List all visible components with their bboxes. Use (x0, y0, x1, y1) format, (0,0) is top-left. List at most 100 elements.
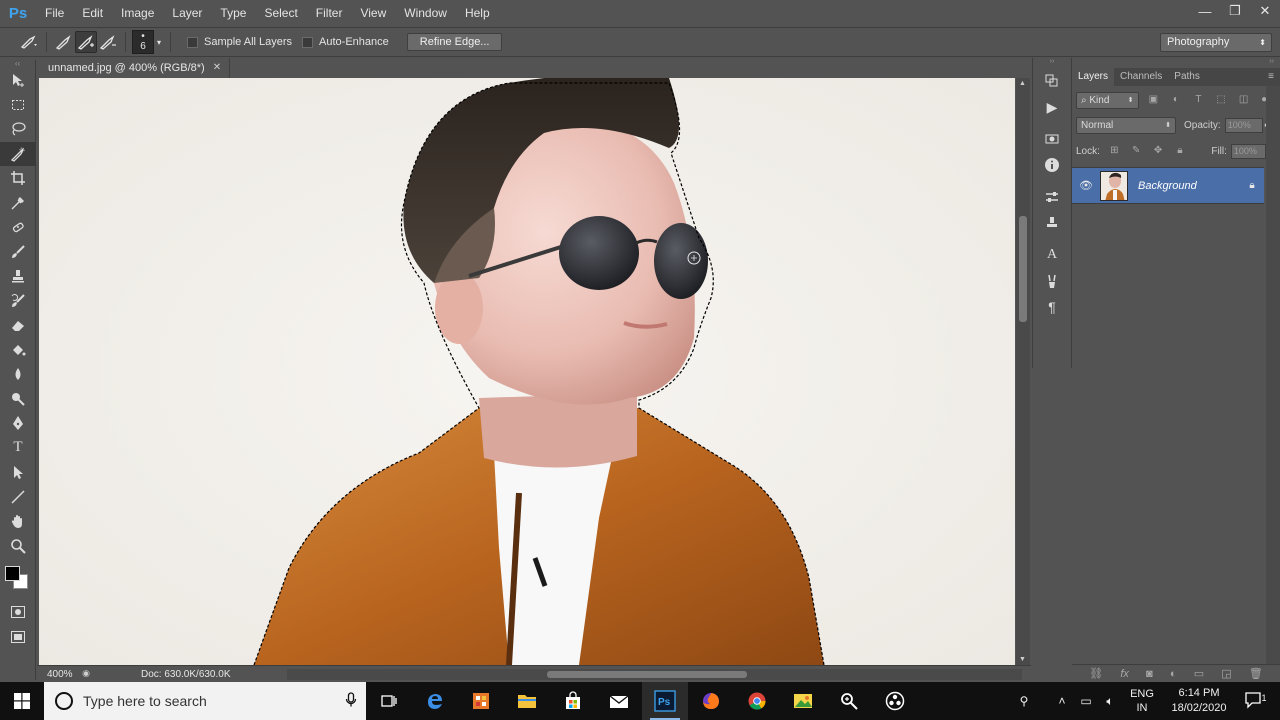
line-tool-icon[interactable] (0, 485, 36, 510)
file-explorer-icon[interactable] (504, 682, 550, 720)
add-mask-icon[interactable]: ◙ (1146, 668, 1153, 680)
checkbox-box[interactable] (302, 36, 314, 48)
menu-file[interactable]: File (36, 0, 73, 26)
menu-select[interactable]: Select (255, 0, 306, 26)
chrome-icon[interactable] (734, 682, 780, 720)
magnifier-icon[interactable] (826, 682, 872, 720)
collapse-icon[interactable]: ›› (1269, 58, 1274, 65)
store-icon[interactable] (550, 682, 596, 720)
obs-icon[interactable] (872, 682, 918, 720)
tab-layers[interactable]: Layers (1072, 68, 1115, 86)
panel-grip[interactable]: ‹‹ (0, 60, 35, 68)
hand-tool-icon[interactable] (0, 509, 36, 534)
smart-object-filter-icon[interactable]: ◫ (1236, 92, 1252, 108)
zoom-level[interactable]: 400% (37, 669, 79, 680)
subtract-from-selection-icon[interactable] (97, 31, 119, 53)
adjustments-panel-icon[interactable] (1033, 126, 1071, 152)
restore-button[interactable]: ❐ (1220, 0, 1250, 22)
link-layers-icon[interactable]: ⛓ (1089, 667, 1103, 680)
blend-mode-select[interactable]: Normal ⬍ (1076, 116, 1176, 134)
photoshop-taskbar-icon[interactable]: Ps (642, 682, 688, 720)
history-panel-icon[interactable] (1033, 68, 1071, 94)
task-view-icon[interactable] (366, 682, 412, 720)
horizontal-scrollbar[interactable] (287, 669, 1022, 680)
chevron-down-icon[interactable]: ▾ (154, 31, 164, 53)
close-button[interactable]: ✕ (1250, 0, 1280, 22)
new-selection-icon[interactable] (53, 31, 75, 53)
properties-panel-icon[interactable] (1033, 184, 1071, 210)
action-center-icon[interactable]: 1 (1236, 691, 1280, 712)
eyedropper-tool-icon[interactable] (0, 191, 36, 216)
volume-icon[interactable]: 🔈︎ (1098, 694, 1122, 709)
color-swatches[interactable] (0, 564, 36, 600)
layer-lock-icon[interactable]: 🔒︎ (1240, 180, 1264, 191)
actions-panel-icon[interactable]: ▶ (1033, 94, 1071, 120)
info-panel-icon[interactable] (1033, 152, 1071, 178)
history-brush-tool-icon[interactable] (0, 289, 36, 314)
brush-presets-panel-icon[interactable] (1033, 268, 1071, 294)
battery-icon[interactable]: ▭ (1074, 694, 1098, 708)
status-info-icon[interactable]: ◉ (79, 668, 93, 680)
delete-layer-icon[interactable]: 🗑︎ (1249, 667, 1263, 680)
new-group-icon[interactable]: ▭ (1194, 667, 1204, 680)
filter-kind-select[interactable]: ⌕ Kind ⬍ (1076, 91, 1139, 109)
opacity-input[interactable]: 100% (1224, 117, 1263, 133)
lock-position-icon[interactable]: ✥ (1151, 143, 1166, 159)
image-viewer-icon[interactable] (780, 682, 826, 720)
type-tool-icon[interactable]: T (0, 436, 36, 461)
edge-browser-icon[interactable] (412, 682, 458, 720)
blur-tool-icon[interactable] (0, 362, 36, 387)
eraser-tool-icon[interactable] (0, 313, 36, 338)
type-filter-icon[interactable]: T (1191, 92, 1207, 108)
tool-preset-icon[interactable] (18, 31, 40, 53)
menu-help[interactable]: Help (456, 0, 499, 26)
layer-row-background[interactable]: 👁︎ Background 🔒︎ (1072, 167, 1264, 204)
adjustment-filter-icon[interactable]: ◐ (1168, 92, 1184, 108)
menu-edit[interactable]: Edit (73, 0, 112, 26)
media-app-icon[interactable] (458, 682, 504, 720)
screen-mode-icon[interactable] (0, 625, 36, 650)
firefox-icon[interactable] (688, 682, 734, 720)
layer-name[interactable]: Background (1138, 180, 1240, 192)
menu-image[interactable]: Image (112, 0, 163, 26)
quick-selection-tool-icon[interactable] (0, 141, 36, 166)
sample-all-layers-checkbox[interactable]: Sample All Layers (187, 36, 292, 48)
minimize-button[interactable]: — (1190, 0, 1220, 22)
marquee-tool-icon[interactable] (0, 93, 36, 118)
brush-size-picker[interactable]: • 6 (132, 30, 154, 54)
vertical-scrollbar[interactable]: ▲ ▼ (1016, 78, 1030, 665)
tab-channels[interactable]: Channels (1114, 68, 1168, 86)
tab-paths[interactable]: Paths (1168, 68, 1206, 86)
paint-bucket-tool-icon[interactable] (0, 338, 36, 363)
path-selection-tool-icon[interactable] (0, 460, 36, 485)
healing-brush-tool-icon[interactable] (0, 215, 36, 240)
dodge-tool-icon[interactable] (0, 387, 36, 412)
lock-all-icon[interactable]: 🔒︎ (1172, 143, 1187, 159)
document-tab[interactable]: unnamed.jpg @ 400% (RGB/8*) ✕ (40, 58, 231, 78)
brush-tool-icon[interactable] (0, 240, 36, 265)
refine-edge-button[interactable]: Refine Edge... (406, 33, 503, 51)
shape-filter-icon[interactable]: ⬚ (1213, 92, 1229, 108)
layer-style-icon[interactable]: fx (1120, 668, 1129, 680)
clone-stamp-tool-icon[interactable] (0, 264, 36, 289)
lock-transparent-icon[interactable]: ⊞ (1107, 143, 1122, 159)
scroll-thumb[interactable] (1019, 216, 1027, 322)
panel-scrollbar[interactable] (1266, 86, 1280, 664)
menu-filter[interactable]: Filter (307, 0, 352, 26)
checkbox-box[interactable] (187, 36, 198, 48)
foreground-color-swatch[interactable] (5, 566, 20, 581)
workspace-select[interactable]: Photography ⬍ (1160, 33, 1272, 52)
move-tool-icon[interactable] (0, 68, 36, 93)
scroll-up-icon[interactable]: ▲ (1019, 80, 1026, 87)
image-canvas[interactable] (39, 78, 1015, 665)
doc-size-info[interactable]: Doc: 630.0K/630.0K (141, 669, 241, 680)
add-to-selection-icon[interactable] (75, 31, 97, 53)
pixel-filter-icon[interactable]: ▣ (1146, 92, 1162, 108)
panel-grip[interactable]: ›› (1033, 58, 1071, 68)
close-tab-icon[interactable]: ✕ (213, 58, 221, 78)
lasso-tool-icon[interactable] (0, 117, 36, 142)
people-icon[interactable]: ⚲ (1012, 694, 1036, 708)
quick-mask-icon[interactable] (0, 600, 36, 625)
clone-source-panel-icon[interactable] (1033, 210, 1071, 236)
taskbar-clock[interactable]: 6:14 PM 18/02/2020 (1162, 686, 1236, 716)
